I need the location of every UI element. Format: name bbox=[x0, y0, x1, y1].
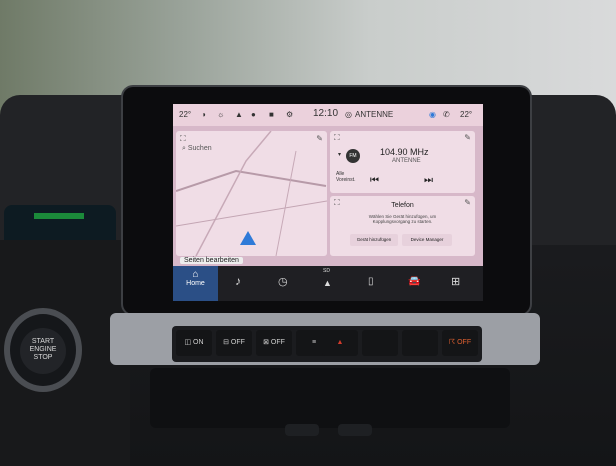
presets-label[interactable]: Alle Voreinst. bbox=[336, 171, 360, 183]
vehicle-icon[interactable]: 🚘 bbox=[408, 276, 420, 287]
home-button[interactable]: ⌂ Home bbox=[173, 266, 218, 301]
start-line-1: START bbox=[31, 338, 55, 345]
map-search[interactable]: ⌕ Suchen bbox=[182, 145, 212, 153]
phone-status-icon[interactable]: ■ bbox=[269, 110, 274, 119]
camera-icon: ◫ bbox=[184, 339, 194, 346]
vent-control-left[interactable] bbox=[285, 424, 319, 436]
search-label: Suchen bbox=[187, 145, 212, 152]
outside-temp-left: 22° bbox=[179, 110, 192, 119]
station-label: ANTENNE bbox=[355, 110, 394, 119]
bluetooth-icon[interactable]: ◑ bbox=[201, 110, 206, 119]
radio-expand-icon[interactable]: ⛶ bbox=[334, 133, 340, 143]
hazard-button[interactable]: ▲ bbox=[322, 330, 358, 356]
lane-assist-button[interactable]: ⊠ OFF bbox=[256, 330, 292, 356]
esc-button[interactable]: ☈ OFF bbox=[442, 330, 478, 356]
status-bar: 22° ◑ ☼ ▲ ● ■ ⚙ 12:10 ◎ ANTENNE ◉ ✆ 22° bbox=[173, 104, 483, 126]
phone-message: Wählen Sie Gerät hinzufügen, um Kopplung… bbox=[368, 214, 437, 224]
hazard-icon: ▲ bbox=[336, 339, 344, 346]
start-line-3: STOP bbox=[33, 354, 53, 361]
music-icon[interactable]: ♪ bbox=[235, 274, 241, 288]
parking-icon: ⊟ bbox=[223, 339, 231, 346]
radio-source-icon: ◎ bbox=[345, 110, 352, 119]
start-line-2: ENGINE bbox=[29, 346, 57, 353]
device-manager-button[interactable]: Device Manager bbox=[402, 234, 452, 246]
radio-edit-icon[interactable]: ✎ bbox=[464, 133, 471, 142]
blank-button-1[interactable] bbox=[362, 330, 398, 356]
infotainment-screen: 22° ◑ ☼ ▲ ● ■ ⚙ 12:10 ◎ ANTENNE ◉ ✆ 22° … bbox=[173, 104, 483, 301]
vent-control-right[interactable] bbox=[338, 424, 372, 436]
phone-widget[interactable]: ⛶ ✎ Telefon Wählen Sie Gerät hinzufügen,… bbox=[330, 196, 475, 256]
sd-label: SD bbox=[323, 268, 330, 274]
notification-bell-icon[interactable]: ● bbox=[251, 110, 256, 119]
esc-icon: ☈ bbox=[448, 339, 458, 346]
edit-pages-button[interactable]: Seiten bearbeiten bbox=[180, 257, 243, 264]
radio-widget[interactable]: ⛶ ✎ ▾ FM 104.90 MHz ANTENNE Alle Voreins… bbox=[330, 131, 475, 193]
band-badge: FM bbox=[346, 149, 360, 163]
edit-icon[interactable]: ✎ bbox=[316, 134, 323, 143]
phone-icon[interactable]: ✆ bbox=[443, 110, 450, 119]
defrost-icon: ≡ bbox=[311, 339, 317, 346]
seek-back-icon[interactable]: ⏮ bbox=[370, 175, 379, 186]
apps-grid-icon[interactable]: ⊞ bbox=[451, 275, 460, 288]
parking-off-label: OFF bbox=[230, 339, 245, 346]
navigation-arrow-icon bbox=[240, 231, 256, 245]
start-engine-button[interactable]: START ENGINE STOP bbox=[10, 314, 76, 386]
voice-assistant-icon[interactable]: ◉ bbox=[429, 110, 436, 119]
outside-temp-right: 22° bbox=[460, 110, 473, 119]
home-icon: ⌂ bbox=[192, 269, 199, 280]
phone-title: Telefon bbox=[391, 202, 414, 209]
bottom-dock: ⌂ Home ♪ ◷ SD ▲ ▯ 🚘 ⊞ bbox=[173, 266, 483, 301]
nav-direction-icon[interactable]: ▲ bbox=[323, 278, 332, 288]
phone-dock-icon[interactable]: ▯ bbox=[368, 276, 374, 287]
settings-icon[interactable]: ⚙ bbox=[286, 110, 293, 119]
home-label: Home bbox=[186, 280, 205, 287]
band-dropdown-icon[interactable]: ▾ bbox=[338, 151, 341, 158]
lane-icon: ⊠ bbox=[263, 339, 271, 346]
radio-station: ANTENNE bbox=[392, 158, 421, 164]
blank-button-2[interactable] bbox=[402, 330, 438, 356]
clock: 12:10 bbox=[313, 108, 339, 119]
camera-button[interactable]: ◫ ON bbox=[176, 330, 212, 356]
physical-button-row: ◫ ON ⊟ OFF ⊠ OFF ≡ ▲ ☈ OFF bbox=[172, 326, 482, 362]
expand-icon[interactable]: ⛶ bbox=[180, 134, 186, 144]
alert-icon[interactable]: ▲ bbox=[235, 110, 243, 119]
seek-forward-icon[interactable]: ⏭ bbox=[424, 175, 433, 186]
climate-icon[interactable]: ☼ bbox=[217, 110, 224, 119]
search-icon: ⌕ bbox=[182, 145, 186, 152]
radio-frequency: 104.90 MHz bbox=[380, 147, 429, 157]
start-button-text: START ENGINE STOP bbox=[10, 338, 76, 362]
cluster-indicator bbox=[34, 213, 84, 219]
navigation-icon[interactable]: ◷ bbox=[278, 275, 288, 288]
camera-on-label: ON bbox=[193, 339, 204, 346]
center-air-vent bbox=[150, 368, 510, 428]
lane-off-label: OFF bbox=[270, 339, 285, 346]
add-device-button[interactable]: Gerät hinzufügen bbox=[350, 234, 398, 246]
esc-off-label: OFF bbox=[457, 339, 472, 346]
map-widget[interactable]: ⌕ Suchen ⛶ ✎ bbox=[176, 131, 327, 256]
parking-sensor-button[interactable]: ⊟ OFF bbox=[216, 330, 252, 356]
